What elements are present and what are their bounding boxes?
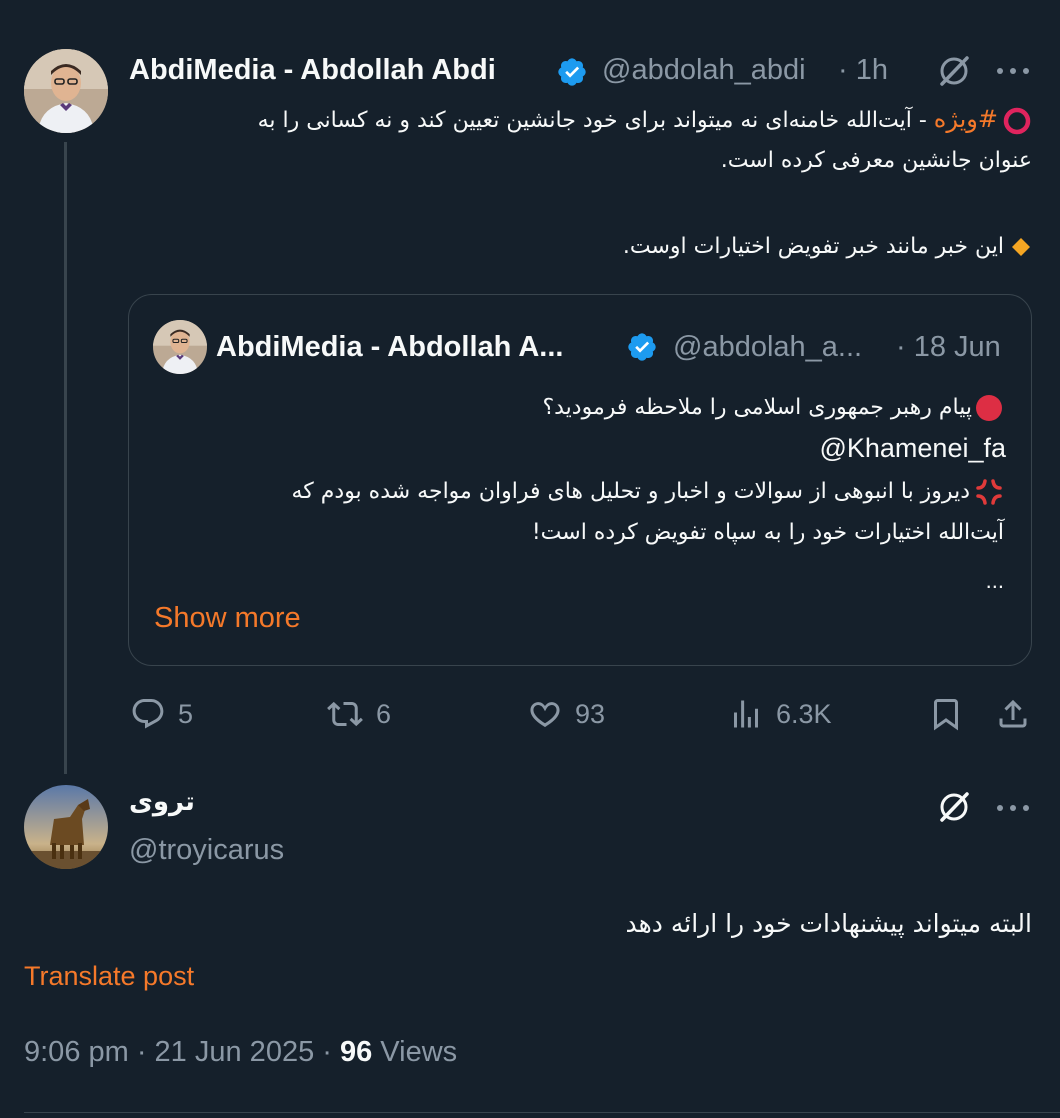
reply-display-name[interactable]: تروی — [129, 787, 195, 817]
thread-line — [64, 142, 67, 774]
views-number: 96 — [339, 1036, 373, 1068]
main-time[interactable]: · 1h — [838, 54, 888, 87]
views-label: Views — [372, 1036, 458, 1068]
translate-post-link[interactable]: Translate post — [24, 961, 194, 992]
main-avatar[interactable] — [24, 49, 108, 133]
red-circle-icon — [1002, 106, 1032, 136]
reply-text: البته میتواند پیشنهادات خود را ارائه دهد — [625, 909, 1032, 938]
like-count: 93 — [575, 698, 606, 729]
heart-icon — [527, 696, 563, 732]
quoted-display-name: AbdiMedia - Abdollah A... — [216, 331, 564, 363]
more-icon[interactable] — [996, 67, 1030, 75]
timestamp-text: 9:06 pm · 21 Jun 2025 · — [24, 1036, 340, 1068]
red-dot-icon — [974, 393, 1004, 423]
reply-handle[interactable]: @troyicarus — [129, 834, 284, 867]
anger-symbol-icon — [974, 477, 1004, 507]
reply-count: 5 — [178, 698, 194, 729]
hashtag-link[interactable]: #ویژه — [934, 105, 998, 133]
show-more-link[interactable]: Show more — [154, 602, 301, 635]
repost-icon — [326, 696, 364, 732]
quoted-line1: پیام رهبر جمهوری اسلامی را ملاحظه فرمودی… — [164, 390, 1004, 426]
repost-count: 6 — [376, 698, 392, 729]
main-tweet-text-3: این خبر مانند خبر تفویض اختیارات اوست. — [622, 234, 1004, 259]
main-tweet-line3: این خبر مانند خبر تفویض اختیارات اوست. — [112, 228, 1032, 266]
more-icon[interactable] — [996, 804, 1030, 812]
quoted-handle: @abdolah_a... — [673, 331, 863, 363]
orange-diamond-icon — [1010, 236, 1032, 258]
quoted-mention[interactable]: @Khamenei_fa — [819, 430, 1006, 466]
like-action[interactable]: 93 — [527, 696, 605, 732]
main-tweet-line2: عنوان جانشین معرفی کرده است. — [720, 148, 1032, 173]
reply-avatar[interactable] — [24, 785, 108, 869]
bottom-divider — [24, 1112, 1060, 1113]
quoted-line3: دیروز با انبوهی از سوالات و اخبار و تحلی… — [164, 474, 1004, 510]
quoted-text-1: پیام رهبر جمهوری اسلامی را ملاحظه فرمودی… — [542, 395, 972, 420]
repost-action[interactable]: 6 — [326, 696, 391, 732]
verified-icon — [556, 56, 588, 88]
views-action[interactable]: 6.3K — [728, 696, 832, 732]
share-icon[interactable] — [995, 696, 1031, 732]
quoted-line4: آیت‌الله اختیارات خود را به سپاه تفویض ک… — [531, 520, 1004, 545]
quoted-ellipsis: ... — [985, 568, 1004, 593]
reply-icon — [130, 696, 166, 732]
reply-action[interactable]: 5 — [130, 696, 193, 732]
main-display-name[interactable]: AbdiMedia - Abdollah Abdi — [129, 54, 496, 87]
main-handle[interactable]: @abdolah_abdi — [602, 54, 806, 87]
quoted-text-3: دیروز با انبوهی از سوالات و اخبار و تحلی… — [291, 479, 970, 504]
quoted-avatar — [153, 320, 207, 374]
views-icon — [728, 696, 764, 732]
grok-icon[interactable] — [936, 789, 972, 825]
verified-icon — [626, 331, 658, 363]
main-tweet-text-rest: - آیت‌الله خامنه‌ای نه میتواند برای خود … — [257, 108, 934, 133]
reply-timestamp[interactable]: 9:06 pm · 21 Jun 2025 · 96 Views — [24, 1036, 457, 1069]
bookmark-icon[interactable] — [928, 696, 964, 732]
views-count: 6.3K — [776, 698, 832, 729]
quoted-date: · 18 Jun — [896, 331, 1001, 363]
main-tweet-line1: #ویژه - آیت‌الله خامنه‌ای نه میتواند برا… — [112, 100, 1032, 140]
grok-icon[interactable] — [936, 53, 972, 89]
